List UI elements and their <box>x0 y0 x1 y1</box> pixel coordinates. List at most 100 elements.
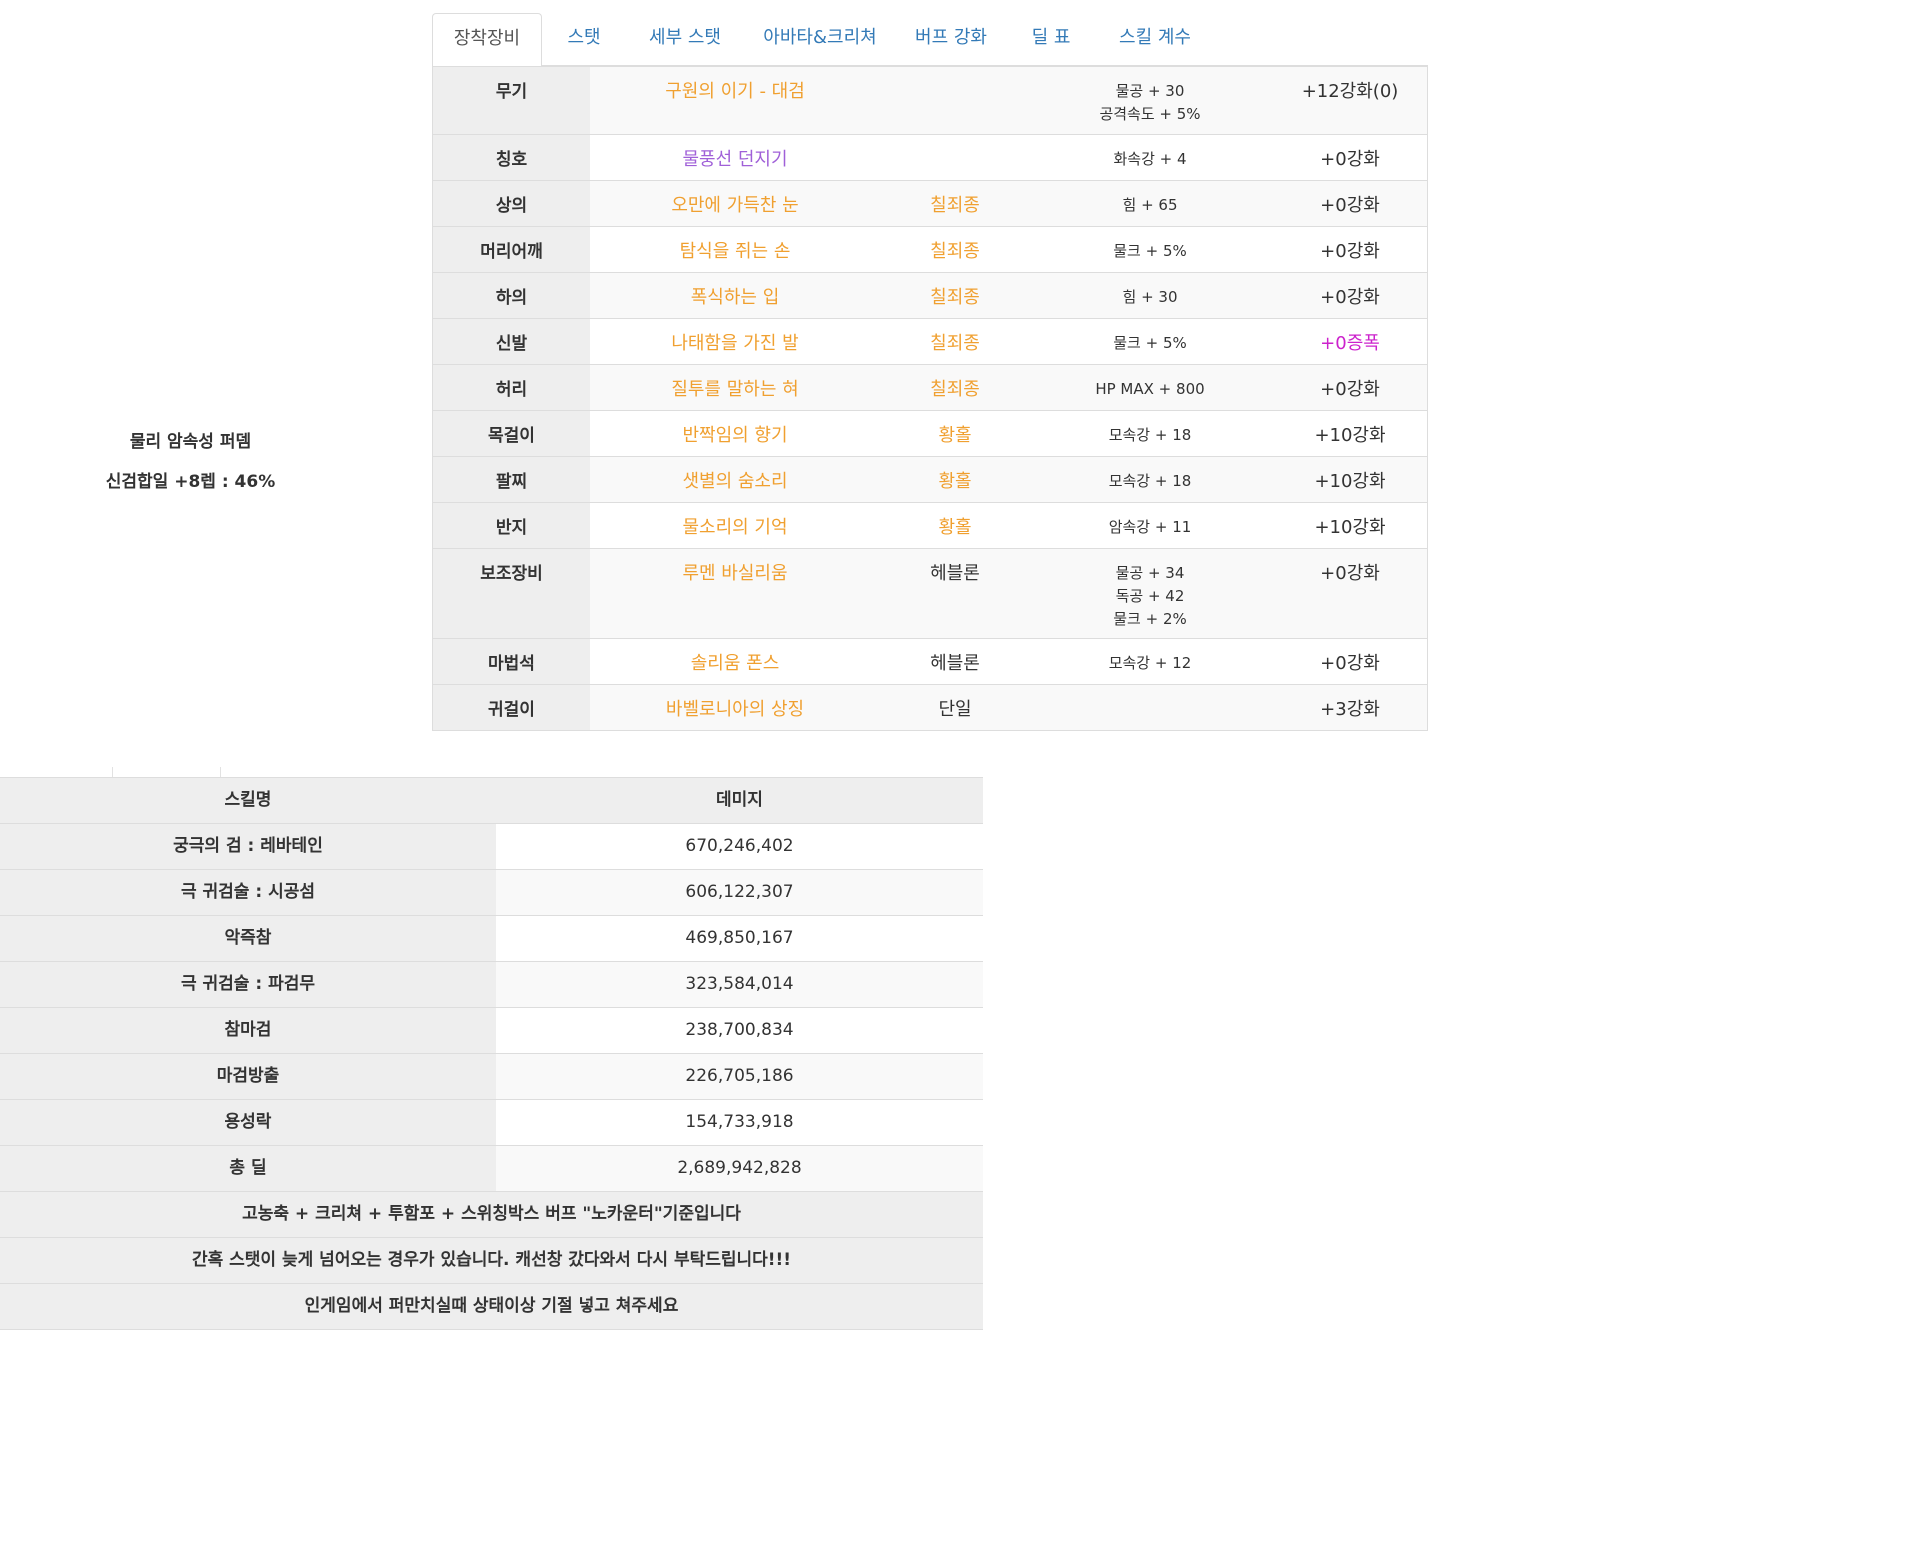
equipment-upgrade: +0강화 <box>1320 195 1380 216</box>
equipment-stats: 모속강 + 18 <box>1030 457 1270 493</box>
divider <box>220 767 221 777</box>
equipment-set: 황홀 <box>938 425 972 446</box>
equipment-stats: 물크 + 5% <box>1030 319 1270 355</box>
skill-name: 극 귀검술 : 시공섬 <box>0 870 496 915</box>
equipment-stat-line: HP MAX + 800 <box>1095 380 1205 398</box>
equipment-upgrade: +0증폭 <box>1320 333 1380 354</box>
equipment-row: 상의 오만에 가득찬 눈 칠죄종 힘 + 65 +0강화 <box>433 180 1427 226</box>
skill-damage: 323,584,014 <box>685 974 794 994</box>
equipment-slot: 무기 <box>433 67 590 134</box>
equipment-row: 보조장비 루멘 바실리움 헤블론 물공 + 34 독공 + 42 물크 + 2% +0강화 <box>433 548 1427 638</box>
note-row: 고농축 + 크리쳐 + 투함포 + 스위칭박스 버프 "노카운터"기준입니다 <box>0 1192 983 1238</box>
equipment-slot: 팔찌 <box>433 457 590 502</box>
equipment-row: 칭호 물풍선 던지기 화속강 + 4 +0강화 <box>433 134 1427 180</box>
equipment-name: 탐식을 쥐는 손 <box>679 241 791 262</box>
equipment-stats: 모속강 + 12 <box>1030 639 1270 675</box>
damage-row: 총 딜 2,689,942,828 <box>0 1146 983 1192</box>
equipment-upgrade: +0강화 <box>1320 241 1380 262</box>
equipment-stat-line: 물크 + 2% <box>1113 610 1187 628</box>
equipment-stat-line: 힘 + 65 <box>1122 196 1178 214</box>
tab-damage-table[interactable]: 딜 표 <box>1006 13 1096 66</box>
equipment-stats: 암속강 + 11 <box>1030 503 1270 539</box>
equipment-name: 반짝임의 향기 <box>682 425 788 446</box>
side-info: 물리 암속성 퍼뎀 신검합일 +8렙 : 46% <box>88 422 293 502</box>
equipment-stat-line: 물크 + 5% <box>1113 242 1187 260</box>
skill-damage: 469,850,167 <box>685 928 794 948</box>
equipment-stat-line: 모속강 + 18 <box>1108 426 1192 444</box>
skill-name: 용성락 <box>0 1100 496 1145</box>
equipment-name: 구원의 이기 - 대검 <box>665 81 805 102</box>
damage-table-header: 스킬명 데미지 <box>0 778 983 824</box>
equipment-slot: 허리 <box>433 365 590 410</box>
header-damage: 데미지 <box>496 778 983 823</box>
equipment-set: 칠죄종 <box>930 333 980 354</box>
equipment-stat-line: 화속강 + 4 <box>1113 150 1187 168</box>
skill-damage: 670,246,402 <box>685 836 794 856</box>
equipment-row: 하의 폭식하는 입 칠죄종 힘 + 30 +0강화 <box>433 272 1427 318</box>
note-text: 인게임에서 퍼만치실때 상태이상 기절 넣고 쳐주세요 <box>0 1284 983 1329</box>
equipment-set: 헤블론 <box>930 653 980 674</box>
equipment-set <box>880 135 1030 145</box>
equipment-name: 솔리움 폰스 <box>690 653 780 674</box>
damage-row: 마검방출 226,705,186 <box>0 1054 983 1100</box>
equipment-stats: 힘 + 30 <box>1030 273 1270 309</box>
equipment-row: 신발 나태함을 가진 발 칠죄종 물크 + 5% +0증폭 <box>433 318 1427 364</box>
equipment-slot: 보조장비 <box>433 549 590 638</box>
skill-name: 악즉참 <box>0 916 496 961</box>
skill-name: 극 귀검술 : 파검무 <box>0 962 496 1007</box>
equipment-set: 칠죄종 <box>930 287 980 308</box>
equipment-slot: 하의 <box>433 273 590 318</box>
damage-table: 스킬명 데미지 궁극의 검 : 레바테인 670,246,402 극 귀검술 : 시… <box>0 777 983 1330</box>
equipment-stat-line: 힘 + 30 <box>1122 288 1178 306</box>
tab-detail-stats[interactable]: 세부 스탯 <box>626 13 744 66</box>
damage-row: 악즉참 469,850,167 <box>0 916 983 962</box>
side-info-line-2: 신검합일 +8렙 : 46% <box>105 472 276 492</box>
equipment-set: 황홀 <box>938 517 972 538</box>
equipment-set: 칠죄종 <box>930 241 980 262</box>
tab-equipment[interactable]: 장착장비 <box>432 13 542 67</box>
equipment-slot: 반지 <box>433 503 590 548</box>
equipment-slot: 마법석 <box>433 639 590 684</box>
note-text: 고농축 + 크리쳐 + 투함포 + 스위칭박스 버프 "노카운터"기준입니다 <box>0 1192 983 1237</box>
skill-name: 총 딜 <box>0 1146 496 1191</box>
equipment-name: 루멘 바실리움 <box>682 563 788 584</box>
equipment-stats: 화속강 + 4 <box>1030 135 1270 171</box>
equipment-upgrade: +12강화(0) <box>1301 81 1399 102</box>
equipment-set: 칠죄종 <box>930 195 980 216</box>
equipment-stats: 물공 + 30 공격속도 + 5% <box>1030 67 1270 126</box>
tab-bar: 장착장비 스탯 세부 스탯 아바타&크리쳐 버프 강화 딜 표 스킬 계수 <box>432 13 1428 67</box>
equipment-stat-line: 암속강 + 11 <box>1108 518 1192 536</box>
equipment-name: 물소리의 기억 <box>682 517 788 538</box>
equipment-stat-line: 독공 + 42 <box>1115 587 1185 605</box>
equipment-stats: HP MAX + 800 <box>1030 365 1270 401</box>
skill-name: 궁극의 검 : 레바테인 <box>0 824 496 869</box>
equipment-table: 무기 구원의 이기 - 대검 물공 + 30 공격속도 + 5% +12강화(0) 칭호 물… <box>432 66 1428 731</box>
damage-row: 참마검 238,700,834 <box>0 1008 983 1054</box>
equipment-name: 바벨로니아의 상징 <box>665 699 805 720</box>
tab-buff[interactable]: 버프 강화 <box>896 13 1006 66</box>
skill-damage: 238,700,834 <box>685 1020 794 1040</box>
equipment-stat-line: 물공 + 30 <box>1115 82 1185 100</box>
equipment-name: 질투를 말하는 혀 <box>671 379 799 400</box>
equipment-slot: 칭호 <box>433 135 590 180</box>
damage-row: 궁극의 검 : 레바테인 670,246,402 <box>0 824 983 870</box>
equipment-set: 칠죄종 <box>930 379 980 400</box>
equipment-stats: 모속강 + 18 <box>1030 411 1270 447</box>
equipment-upgrade: +10강화 <box>1314 471 1386 492</box>
note-row: 인게임에서 퍼만치실때 상태이상 기절 넣고 쳐주세요 <box>0 1284 983 1330</box>
equipment-upgrade: +0강화 <box>1320 149 1380 170</box>
equipment-row: 무기 구원의 이기 - 대검 물공 + 30 공격속도 + 5% +12강화(0) <box>433 67 1427 134</box>
equipment-stat-line: 모속강 + 18 <box>1108 472 1192 490</box>
equipment-upgrade: +10강화 <box>1314 425 1386 446</box>
equipment-slot: 신발 <box>433 319 590 364</box>
tab-avatar-creature[interactable]: 아바타&크리쳐 <box>744 13 896 66</box>
divider <box>112 767 113 777</box>
tab-stats[interactable]: 스탯 <box>542 13 626 66</box>
tab-skill-coefficient[interactable]: 스킬 계수 <box>1096 13 1214 66</box>
equipment-stat-line: 물크 + 5% <box>1113 334 1187 352</box>
equipment-upgrade: +0강화 <box>1320 653 1380 674</box>
equipment-upgrade: +3강화 <box>1320 699 1380 720</box>
equipment-set: 헤블론 <box>930 563 980 584</box>
equipment-stats: 물공 + 34 독공 + 42 물크 + 2% <box>1030 549 1270 631</box>
equipment-name: 나태함을 가진 발 <box>671 333 799 354</box>
